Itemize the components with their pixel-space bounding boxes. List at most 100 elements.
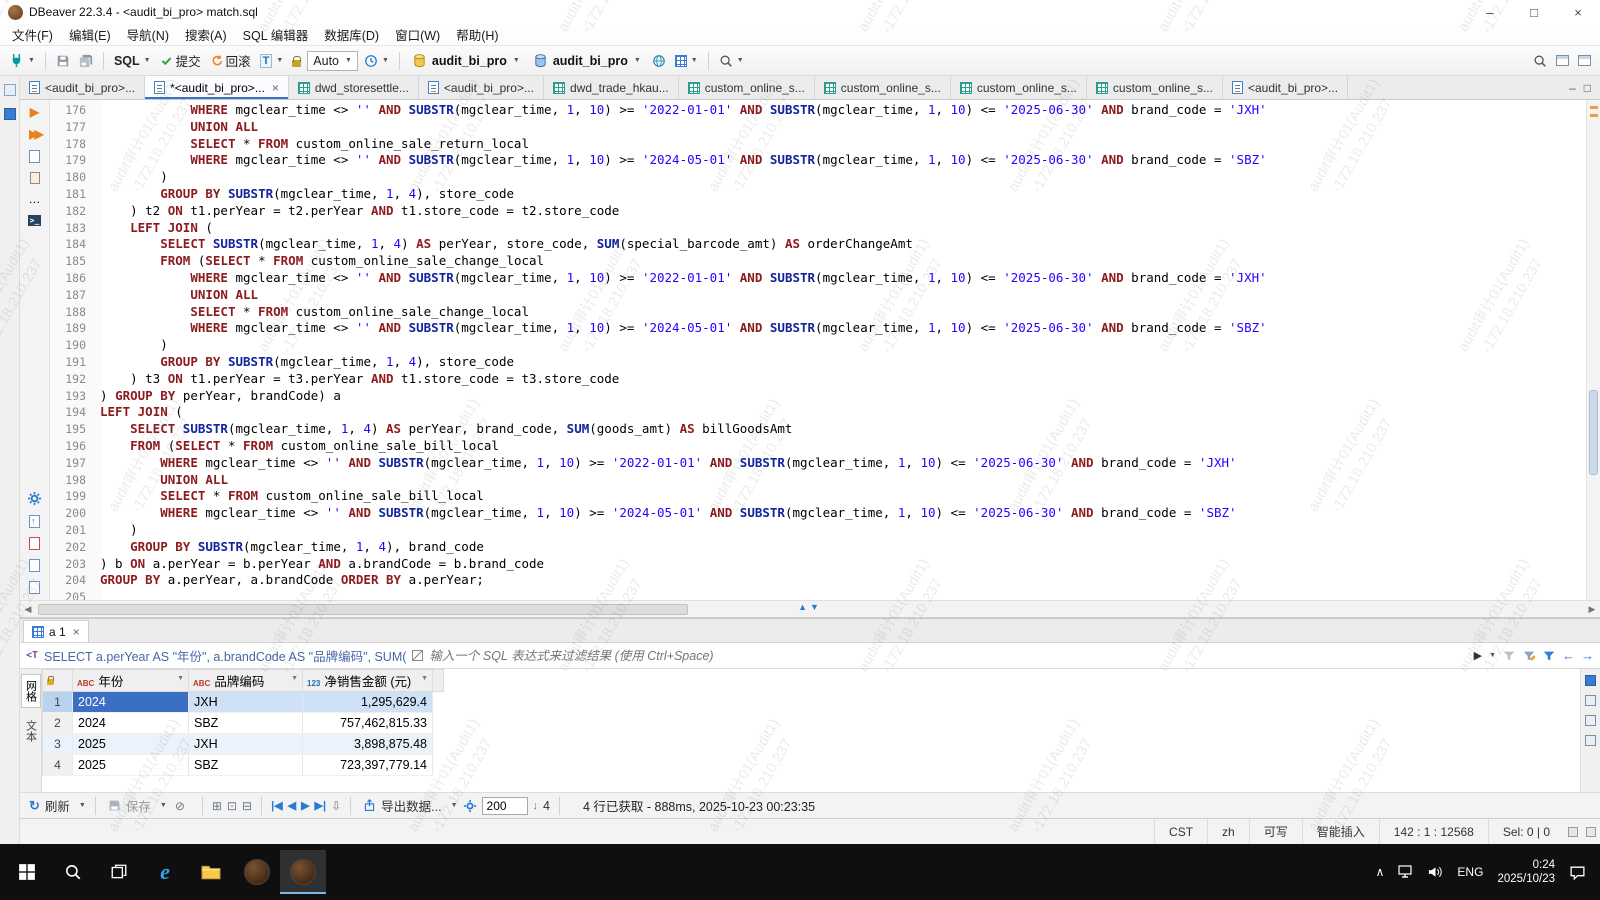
scroll-right-icon[interactable]: ▶	[1584, 604, 1600, 615]
explain-plan-icon[interactable]	[29, 150, 40, 163]
presentation-tab-0[interactable]: 网格	[21, 674, 41, 708]
code-line[interactable]: 203) b ON a.perYear = b.perYear AND a.br…	[50, 556, 1586, 573]
column-header-1[interactable]: ABC品牌编码▼	[189, 670, 303, 692]
grid-corner-header[interactable]	[43, 670, 73, 692]
code-line[interactable]: 202 GROUP BY SUBSTR(mgclear_time, 1, 4),…	[50, 539, 1586, 556]
filter-expression-input[interactable]	[429, 649, 1467, 663]
results-tab[interactable]: a 1 ×	[23, 620, 89, 642]
editor-tab-2[interactable]: dwd_storesettle...	[289, 76, 419, 99]
start-button[interactable]	[4, 850, 50, 894]
cancel-button[interactable]: ⊘	[172, 797, 193, 815]
code-line[interactable]: 190 )	[50, 337, 1586, 354]
code-line[interactable]: 205	[50, 589, 1586, 600]
grid-cell[interactable]: 757,462,815.33	[303, 713, 433, 734]
code-line[interactable]: 204GROUP BY a.perYear, a.brandCode ORDER…	[50, 572, 1586, 589]
editor-tab-6[interactable]: custom_online_s...	[815, 76, 951, 99]
status-mini-icon[interactable]	[1568, 827, 1578, 837]
scroll-left-icon[interactable]: ◀	[20, 604, 36, 615]
more-options-icon[interactable]: …	[29, 193, 41, 206]
taskbar-search-button[interactable]	[50, 850, 96, 894]
panel-maximize-icon[interactable]	[1585, 675, 1596, 686]
code-line[interactable]: 185 FROM (SELECT * FROM custom_online_sa…	[50, 253, 1586, 270]
menu-item-2[interactable]: 导航(N)	[119, 23, 177, 46]
menu-item-1[interactable]: 编辑(E)	[61, 23, 119, 46]
code-line[interactable]: 188 SELECT * FROM custom_online_sale_cha…	[50, 304, 1586, 321]
chevron-down-icon[interactable]: ▼	[160, 802, 167, 809]
presentation-tab-1[interactable]: 文本	[22, 715, 40, 747]
first-row-icon[interactable]: |◀	[271, 799, 283, 812]
editor-tab-9[interactable]: <audit_bi_pro>...	[1223, 76, 1348, 99]
restore-view-icon[interactable]	[4, 84, 16, 96]
file-explorer-button[interactable]	[188, 850, 234, 894]
code-line[interactable]: 183 LEFT JOIN (	[50, 220, 1586, 237]
fetch-all-icon[interactable]: ⇩	[331, 799, 341, 813]
grid-cell[interactable]: 1,295,629.4	[303, 692, 433, 713]
panel-aggregate-icon[interactable]	[1585, 715, 1596, 726]
code-line[interactable]: 200 WHERE mgclear_time <> '' AND SUBSTR(…	[50, 505, 1586, 522]
panel-metadata-icon[interactable]	[1585, 735, 1596, 746]
grid-cell[interactable]: SBZ	[189, 713, 303, 734]
clipboard-icon[interactable]	[30, 172, 40, 184]
close-icon[interactable]: ×	[272, 81, 279, 95]
volume-icon[interactable]	[1428, 865, 1443, 879]
row-number[interactable]: 1	[43, 692, 73, 713]
close-button[interactable]: ×	[1556, 0, 1600, 24]
execute-statement-icon[interactable]: ▶	[30, 106, 39, 119]
code-line[interactable]: 176 WHERE mgclear_time <> '' AND SUBSTR(…	[50, 102, 1586, 119]
code-line[interactable]: 177 UNION ALL	[50, 119, 1586, 136]
editor-tab-4[interactable]: dwd_trade_hkau...	[544, 76, 679, 99]
next-row-icon[interactable]: ▶	[301, 799, 309, 812]
row-number[interactable]: 3	[43, 734, 73, 755]
editor-tab-5[interactable]: custom_online_s...	[679, 76, 815, 99]
internet-explorer-button[interactable]: e	[142, 850, 188, 894]
editor-tab-0[interactable]: <audit_bi_pro>...	[20, 76, 145, 99]
save-data-button[interactable]: 保存	[105, 794, 154, 817]
tray-chevron-up-icon[interactable]: ∧	[1376, 865, 1385, 879]
maximize-editor-icon[interactable]: □	[1584, 81, 1591, 95]
readonly-toggle[interactable]	[289, 53, 304, 69]
scrollbar-thumb[interactable]	[1589, 390, 1598, 475]
panel-value-viewer-icon[interactable]	[1585, 695, 1596, 706]
code-line[interactable]: 179 WHERE mgclear_time <> '' AND SUBSTR(…	[50, 152, 1586, 169]
apply-filter-play-icon[interactable]: ▶	[1474, 649, 1482, 662]
commit-mode-combo[interactable]: Auto ▼	[307, 51, 358, 71]
search-metadata-dropdown[interactable]: ▼	[716, 52, 747, 70]
code-line[interactable]: 193) GROUP BY perYear, brandCode) a	[50, 388, 1586, 405]
script-info-icon[interactable]	[29, 581, 40, 594]
quick-search-button[interactable]	[1530, 52, 1550, 70]
previous-row-icon[interactable]: ◀	[288, 799, 296, 812]
column-header-2[interactable]: 123净销售金额 (元)▼	[303, 670, 433, 692]
code-line[interactable]: 182 ) t2 ON t1.perYear = t2.perYear AND …	[50, 203, 1586, 220]
file-warning-icon[interactable]	[29, 537, 40, 550]
last-row-icon[interactable]: ▶|	[315, 799, 327, 812]
column-filter-dropdown[interactable]: ▼	[421, 675, 428, 682]
grid-settings-gear-icon[interactable]	[463, 799, 477, 813]
editor-tab-8[interactable]: custom_online_s...	[1087, 76, 1223, 99]
console-icon[interactable]: >_	[28, 215, 41, 226]
code-line[interactable]: 189 WHERE mgclear_time <> '' AND SUBSTR(…	[50, 320, 1586, 337]
minimize-button[interactable]: –	[1468, 0, 1512, 24]
grid-cell[interactable]: 3,898,875.48	[303, 734, 433, 755]
chevron-down-icon[interactable]: ▼	[79, 802, 86, 809]
fetch-size-input[interactable]	[482, 797, 528, 815]
refresh-button[interactable]: ↻ 刷新	[26, 794, 73, 817]
maximize-button[interactable]: □	[1512, 0, 1556, 24]
chevron-down-icon[interactable]: ▼	[451, 802, 458, 809]
connection-selector[interactable]: audit_bi_pro ▼	[407, 53, 525, 68]
save-filter-icon[interactable]	[1542, 649, 1556, 663]
menu-item-0[interactable]: 文件(F)	[4, 23, 61, 46]
code-line[interactable]: 187 UNION ALL	[50, 287, 1586, 304]
save-all-button[interactable]	[76, 52, 96, 70]
database-navigator-icon[interactable]	[4, 108, 16, 120]
auto-refresh-dropdown[interactable]: ▼	[361, 52, 392, 70]
code-line[interactable]: 178 SELECT * FROM custom_online_sale_ret…	[50, 136, 1586, 153]
fetch-segment-icon[interactable]: ↓	[533, 800, 539, 812]
task-view-button[interactable]	[96, 850, 142, 894]
edit-filter-icon[interactable]	[1522, 649, 1536, 663]
new-connection-button[interactable]: ▼	[6, 51, 38, 70]
notifications-icon[interactable]	[1586, 827, 1596, 837]
filter-history-forward-icon[interactable]: →	[1581, 648, 1594, 663]
code-line[interactable]: 181 GROUP BY SUBSTR(mgclear_time, 1, 4),…	[50, 186, 1586, 203]
menu-item-6[interactable]: 窗口(W)	[387, 23, 448, 46]
editor-tab-1[interactable]: *<audit_bi_pro>... ×	[145, 76, 289, 99]
